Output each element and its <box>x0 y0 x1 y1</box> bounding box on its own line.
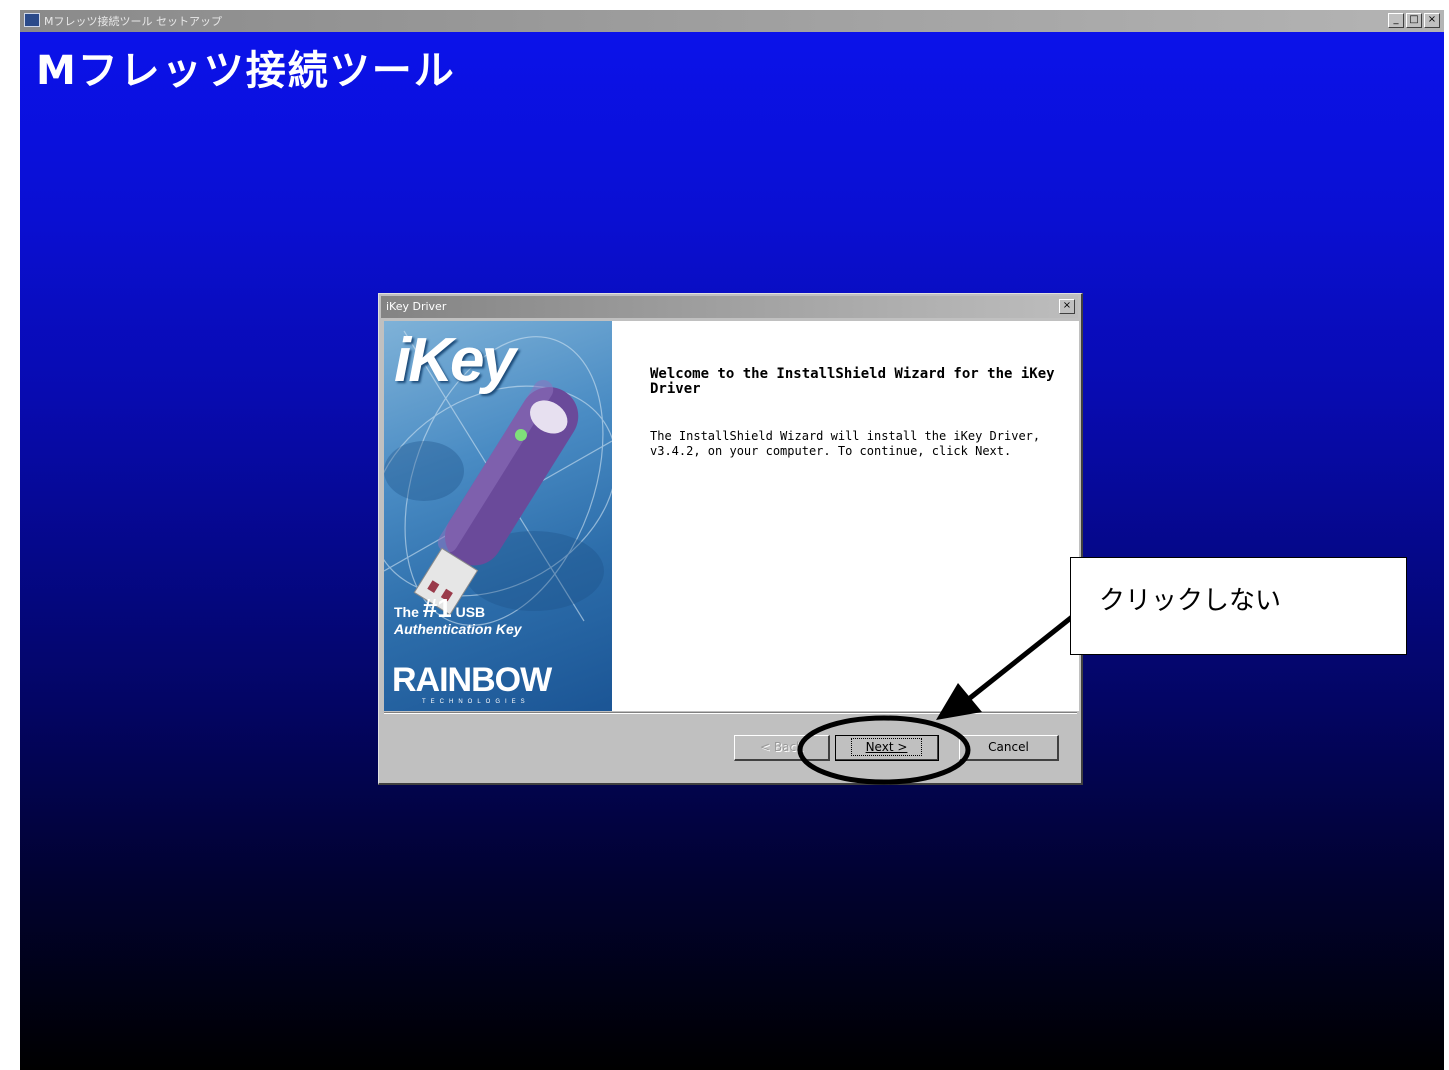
rainbow-brand-logo: RAINBOW <box>392 661 552 699</box>
tagline-line1: The #1 USB <box>394 593 485 624</box>
cancel-button[interactable]: Cancel <box>959 735 1059 761</box>
minimize-button[interactable]: _ <box>1388 13 1404 28</box>
dialog-titlebar[interactable]: iKey Driver × <box>381 296 1078 318</box>
app-heading: Mフレッツ接続ツール <box>36 48 456 94</box>
wizard-side-banner: iKey The #1 USB Authentication Key RAINB… <box>384 321 612 711</box>
wizard-content: Welcome to the InstallShield Wizard for … <box>612 321 1079 711</box>
tagline-number: #1 <box>422 593 452 623</box>
ikey-logo: iKey <box>394 326 516 395</box>
setup-app-icon[interactable] <box>24 13 40 27</box>
dialog-close-button[interactable]: × <box>1059 299 1075 314</box>
next-button[interactable]: Next > <box>835 735 939 761</box>
welcome-body-line2: v3.4.2, on your computer. To continue, c… <box>650 444 1012 458</box>
setup-window-titlebar[interactable]: Mフレッツ接続ツール セットアップ _ □ × <box>20 10 1444 32</box>
rainbow-brand-subtitle: TECHNOLOGIES <box>422 699 530 705</box>
welcome-heading: Welcome to the InstallShield Wizard for … <box>650 366 1055 397</box>
close-button[interactable]: × <box>1424 13 1440 28</box>
window-controls: _ □ × <box>1388 13 1440 28</box>
annotation-callout: クリックしない <box>1070 557 1407 655</box>
setup-window-title: Mフレッツ接続ツール セットアップ <box>44 15 222 28</box>
tagline-line2: Authentication Key <box>394 621 522 637</box>
welcome-body: The InstallShield Wizard will install th… <box>650 429 1060 459</box>
welcome-body-line1: The InstallShield Wizard will install th… <box>650 429 1041 443</box>
annotation-callout-text: クリックしない <box>1099 586 1282 616</box>
maximize-button[interactable]: □ <box>1406 13 1422 28</box>
tagline-suffix: USB <box>455 604 486 620</box>
ikey-driver-dialog: iKey Driver × iKey The #1 USB Authentica… <box>378 293 1083 785</box>
back-button[interactable]: < Back <box>734 735 830 761</box>
next-button-label: Next > <box>850 738 923 756</box>
dialog-separator <box>384 712 1077 714</box>
dialog-title: iKey Driver <box>386 300 447 313</box>
tagline-prefix: The <box>394 604 419 620</box>
